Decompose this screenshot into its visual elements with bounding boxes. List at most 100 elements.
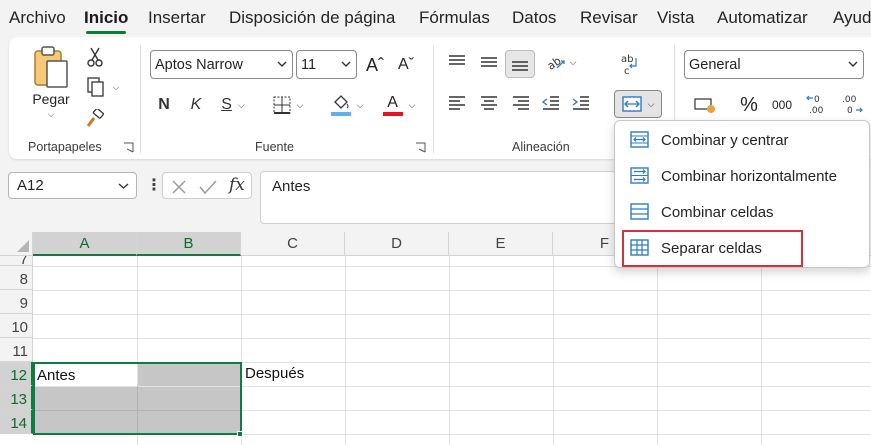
borders-icon <box>273 96 291 114</box>
row-header-8[interactable]: 8 <box>0 266 33 290</box>
wrap-text-button[interactable]: ab c <box>614 50 644 80</box>
copy-icon <box>86 77 104 97</box>
align-top-button[interactable] <box>445 50 469 74</box>
merge-center-button[interactable]: ⌵ <box>614 90 662 118</box>
decrease-font-button[interactable]: Aˇ <box>394 52 418 78</box>
fill-bucket-icon <box>333 94 349 109</box>
font-name-select[interactable]: Aptos Narrow <box>150 50 293 79</box>
dialog-launcher-icon[interactable] <box>123 142 134 153</box>
svg-text:0: 0 <box>847 106 853 116</box>
bold-button[interactable]: N <box>153 93 175 117</box>
grid-line <box>33 338 871 339</box>
chevron-down-icon: ⌵ <box>47 109 55 119</box>
row-header-9[interactable]: 9 <box>0 290 33 314</box>
accounting-format-button[interactable] <box>687 93 723 117</box>
tab-insertar[interactable]: Insertar <box>148 8 206 28</box>
align-middle-icon <box>481 57 497 67</box>
copy-button[interactable]: ⌵ <box>83 75 123 99</box>
tab-revisar[interactable]: Revisar <box>580 8 638 28</box>
format-painter-button[interactable] <box>83 107 107 131</box>
column-header-d[interactable]: D <box>345 232 449 256</box>
column-label: C <box>287 235 298 252</box>
merge-cells-icon <box>630 203 649 220</box>
row-header-13[interactable]: 13 <box>0 386 33 410</box>
comma-style-icon: 000 <box>771 98 793 112</box>
borders-button[interactable]: ⌵ <box>265 93 311 117</box>
percent-icon: % <box>740 93 758 116</box>
group-separator <box>140 45 141 153</box>
cancel-icon[interactable] <box>171 179 187 195</box>
insert-function-icon[interactable]: fx <box>229 175 245 195</box>
align-right-icon <box>513 96 529 110</box>
column-label: E <box>495 235 506 252</box>
select-all-corner[interactable] <box>0 232 33 256</box>
align-left-button[interactable] <box>445 91 469 115</box>
increase-indent-button[interactable] <box>569 91 593 115</box>
row-header-7[interactable]: 7 <box>0 256 33 266</box>
fill-handle[interactable] <box>237 431 243 437</box>
menu-item-label: Combinar celdas <box>661 203 774 221</box>
decrease-decimal-icon: .000 <box>842 95 863 116</box>
decrease-indent-button[interactable] <box>539 91 563 115</box>
row-header-14[interactable]: 14 <box>0 410 33 434</box>
enter-check-icon[interactable] <box>199 179 217 195</box>
menu-item-merge-center[interactable]: Combinar y centrar <box>615 123 869 157</box>
more-options-icon[interactable]: ⋮ <box>146 175 162 195</box>
column-header-a[interactable]: A <box>33 232 137 256</box>
thousands-button[interactable]: 000 <box>768 93 796 117</box>
align-center-button[interactable] <box>477 91 501 115</box>
percent-button[interactable]: % <box>737 93 761 117</box>
paste-icon <box>34 46 68 88</box>
cell-a12[interactable]: Antes <box>37 367 75 384</box>
cut-button[interactable] <box>83 45 107 69</box>
tab-vista[interactable]: Vista <box>657 8 695 28</box>
decrease-indent-icon <box>542 96 559 110</box>
align-right-button[interactable] <box>509 91 533 115</box>
formula-input[interactable]: Antes <box>260 171 620 224</box>
row-header-12[interactable]: 12 <box>0 362 33 386</box>
column-header-b[interactable]: B <box>137 232 241 256</box>
name-box[interactable]: A12 <box>8 172 137 199</box>
menu-item-merge-cells[interactable]: Combinar celdas <box>615 195 869 229</box>
svg-text:c: c <box>624 66 630 77</box>
tab-archivo[interactable]: Archivo <box>9 8 66 28</box>
underline-button[interactable]: S ⌵ <box>215 93 251 117</box>
increase-font-button[interactable]: Aˆ <box>363 52 387 78</box>
merge-center-icon <box>630 131 649 148</box>
align-bottom-button[interactable] <box>505 50 535 78</box>
tab-inicio[interactable]: Inicio <box>84 8 128 28</box>
wrap-text-icon: abc <box>621 54 637 77</box>
menu-item-merge-across[interactable]: Combinar horizontalmente <box>615 159 869 193</box>
font-size-select[interactable]: 11 <box>296 50 357 79</box>
dialog-launcher-icon[interactable] <box>415 142 426 153</box>
paste-button[interactable]: Pegar ⌵ <box>23 43 79 127</box>
orientation-button[interactable]: ab ⌵ <box>539 50 583 74</box>
menu-item-label: Combinar horizontalmente <box>661 167 837 185</box>
row-header-10[interactable]: 10 <box>0 314 33 338</box>
decrease-decimal-button[interactable]: .00 0 <box>836 89 866 119</box>
column-header-e[interactable]: E <box>449 232 553 256</box>
chevron-down-icon: ⌵ <box>647 98 655 109</box>
tab-disposicion[interactable]: Disposición de página <box>229 8 395 28</box>
formula-controls: fx <box>162 172 252 199</box>
merge-dropdown-menu: Combinar y centrar Combinar horizontalme… <box>614 120 870 268</box>
increase-decimal-button[interactable]: 0.00 <box>804 89 832 119</box>
decrease-font-size-icon: Aˇ <box>398 56 414 73</box>
italic-button[interactable]: K <box>185 93 207 117</box>
row-header-11[interactable]: 11 <box>0 338 33 362</box>
tab-formulas[interactable]: Fórmulas <box>419 8 490 28</box>
number-format-select[interactable]: General <box>684 50 864 79</box>
cell-c12[interactable]: Después <box>245 365 304 382</box>
font-color-button[interactable]: A ⌵ <box>376 91 422 119</box>
accounting-icon <box>694 98 715 113</box>
tab-ayuda[interactable]: Ayuda <box>833 8 871 28</box>
tab-datos[interactable]: Datos <box>512 8 556 28</box>
column-header-c[interactable]: C <box>241 232 345 256</box>
column-label: B <box>183 234 194 252</box>
tab-automatizar[interactable]: Automatizar <box>717 8 808 28</box>
row-label: 11 <box>12 343 28 360</box>
align-middle-button[interactable] <box>477 50 501 74</box>
chevron-down-icon <box>341 61 351 67</box>
bold-icon: N <box>158 96 170 113</box>
fill-color-button[interactable]: ⌵ <box>324 91 370 119</box>
